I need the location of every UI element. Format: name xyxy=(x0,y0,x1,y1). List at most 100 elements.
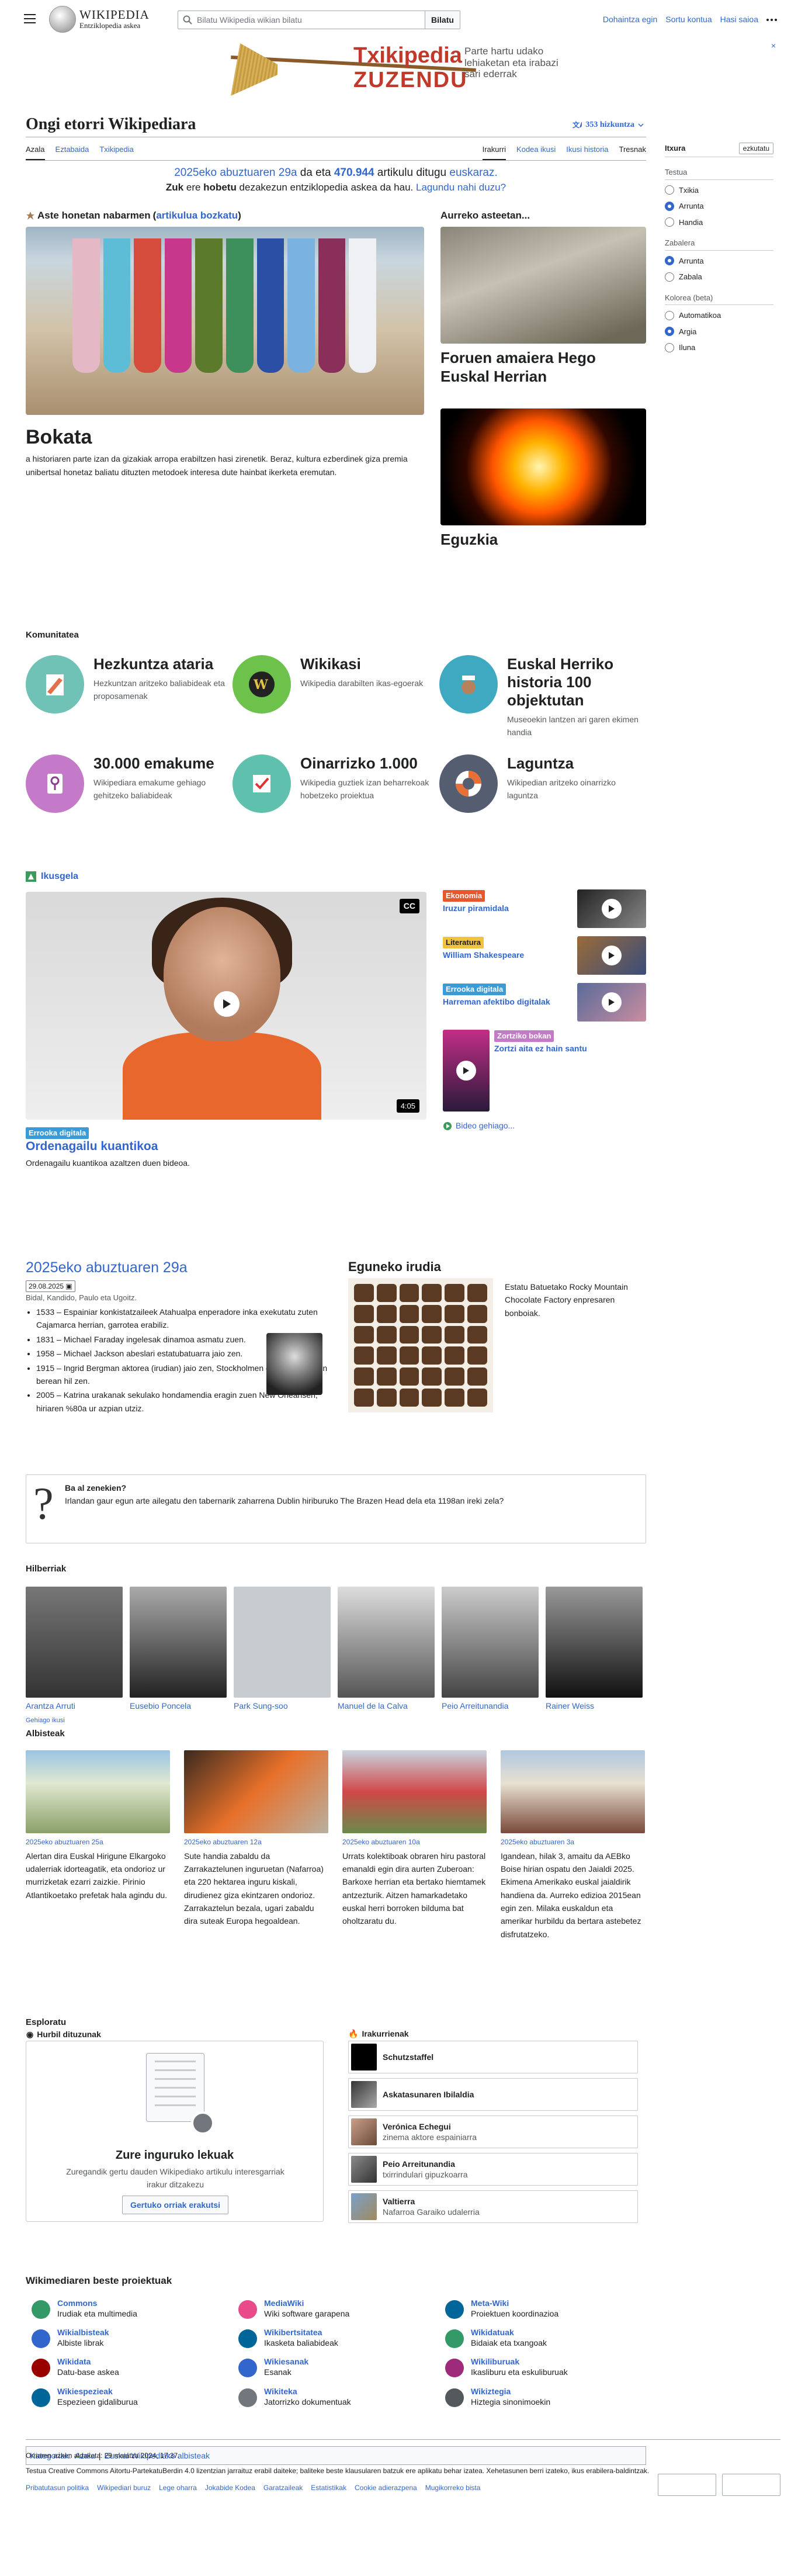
person-card[interactable]: Peio Arreitunandia xyxy=(442,1586,539,1712)
trending-item[interactable]: Askatasunaren Ibilaldia xyxy=(348,2078,638,2111)
help-link[interactable]: Lagundu nahi duzu? xyxy=(416,182,506,193)
person-card[interactable]: Arantza Arruti xyxy=(26,1586,123,1712)
person-card[interactable]: Eusebio Poncela xyxy=(130,1586,227,1712)
person-card[interactable]: Manuel de la Calva xyxy=(338,1586,435,1712)
sister-project[interactable]: Meta-Wiki Proiektuen koordinazioa xyxy=(439,2298,646,2319)
sun-image[interactable] xyxy=(440,408,646,525)
basque-link[interactable]: euskaraz. xyxy=(449,167,497,179)
otd-title[interactable]: 2025eko abuztuaren 29a xyxy=(26,1257,335,1279)
show-nearby-button[interactable]: Gertuko orriak erakutsi xyxy=(122,2196,228,2214)
sister-project[interactable]: MediaWiki Wiki software garapena xyxy=(233,2298,439,2319)
sister-project[interactable]: Wikiztegia Hiztegia sinonimoekin xyxy=(439,2386,646,2407)
vote-article-link[interactable]: artikulua bozkatu xyxy=(156,210,238,221)
sister-project[interactable]: Wikidata Datu-base askea xyxy=(26,2356,233,2378)
search-input[interactable]: Bilatu Wikipedia wikian bilatu xyxy=(178,11,425,29)
footer-link[interactable]: Wikipediari buruz xyxy=(97,2482,151,2493)
footer-link[interactable]: Pribatutasun politika xyxy=(26,2482,89,2493)
previous-item-2[interactable]: Eguzkia xyxy=(440,530,646,549)
community-item[interactable]: Euskal Herriko historia 100 objektutan Mu… xyxy=(439,655,646,739)
article-count-link[interactable]: 470.944 xyxy=(334,167,374,179)
more-videos-label: Bideo gehiago... xyxy=(456,1121,515,1130)
tab-txikipedia[interactable]: Txikipedia xyxy=(99,144,134,160)
login-link[interactable]: Hasi saioa xyxy=(720,13,758,26)
news-item[interactable]: 2025eko abuztuaren 25a Alertan dira Euska… xyxy=(26,1750,170,1941)
play-icon[interactable] xyxy=(214,991,240,1017)
video-list-item[interactable]: Literatura William Shakespeare xyxy=(443,936,646,975)
featured-title[interactable]: Bokata xyxy=(26,425,424,449)
tab-view-source[interactable]: Kodea ikusi xyxy=(516,144,556,160)
sister-project[interactable]: Wikiesanak Esanak xyxy=(233,2356,439,2378)
ikusgela-heading[interactable]: Ikusgela xyxy=(41,870,78,884)
community-item[interactable]: Laguntza Wikipedian aritzeko oinarrizko l… xyxy=(439,754,646,813)
sister-project[interactable]: Wikidatuak Bidaiak eta txangoak xyxy=(439,2327,646,2348)
sister-project[interactable]: Commons Irudiak eta multimedia xyxy=(26,2298,233,2319)
footer-link[interactable]: Lege oharra xyxy=(159,2482,197,2493)
tab-history[interactable]: Ikusi historia xyxy=(566,144,608,160)
create-account-link[interactable]: Sortu kontua xyxy=(665,13,712,26)
trending-item[interactable]: Verónica Echegui zinema aktore espainiarr… xyxy=(348,2115,638,2148)
news-item[interactable]: 2025eko abuztuaren 10a Urrats kolektiboak… xyxy=(342,1750,487,1941)
news-item[interactable]: 2025eko abuztuaren 12a Sute handia zabald… xyxy=(184,1750,328,1941)
sister-project[interactable]: Wikiespezieak Espezieen gidaliburua xyxy=(26,2386,233,2407)
person-card[interactable]: Rainer Weiss xyxy=(546,1586,643,1712)
main-video[interactable]: CC 4:05 xyxy=(26,892,426,1120)
community-item[interactable]: W Wikikasi Wikipedia darabilten ikas-egoe… xyxy=(233,655,439,739)
radio-selected-icon xyxy=(665,327,674,337)
tab-talk[interactable]: Eztabaida xyxy=(55,144,89,160)
tab-read[interactable]: Irakurri xyxy=(482,144,506,160)
video-list-item[interactable]: Ekonomia Iruzur piramidala xyxy=(443,889,646,928)
previous-item-1[interactable]: Foruen amaiera Hego Euskal Herrian xyxy=(440,348,646,386)
footer-link[interactable]: Cookie adierazpena xyxy=(355,2482,417,2493)
search-button[interactable]: Bilatu xyxy=(425,11,460,29)
color-light[interactable]: Argia xyxy=(665,326,773,338)
sister-project[interactable]: Wikialbisteak Albiste librak xyxy=(26,2327,233,2348)
tab-main-page[interactable]: Azala xyxy=(26,144,45,160)
video-list-item[interactable]: Zortziko bokan Zortzi aita ez hain santu xyxy=(443,1030,646,1112)
sister-project[interactable]: Wikiliburuak Ikasliburu eta eskuliburuak xyxy=(439,2356,646,2378)
trending-item[interactable]: Peio Arreitunandia txirrindulari gipuzkoa… xyxy=(348,2153,638,2186)
trending-item[interactable]: Valtierra Nafarroa Garaiko udalerria xyxy=(348,2190,638,2223)
potd-image[interactable] xyxy=(348,1278,493,1412)
wikimedia-badge[interactable] xyxy=(658,2474,716,2496)
text-size-small[interactable]: Txikia xyxy=(665,185,773,196)
community-item[interactable]: Hezkuntza ataria Hezkuntzan aritzeko bali… xyxy=(26,655,233,739)
more-deaths-link[interactable]: Gehiago ikusi xyxy=(26,1716,646,1726)
color-dark[interactable]: Iluna xyxy=(665,342,773,354)
language-selector[interactable]: 文A 353 hizkuntza xyxy=(573,120,644,130)
tools-menu[interactable]: Tresnak xyxy=(619,144,646,160)
featured-image[interactable] xyxy=(26,226,424,415)
more-videos-link[interactable]: Bideo gehiago... xyxy=(443,1120,646,1132)
banner-close-button[interactable]: × xyxy=(771,40,776,52)
captions-badge[interactable]: CC xyxy=(399,899,419,913)
donate-link[interactable]: Dohaintza egin xyxy=(603,13,657,26)
width-wide[interactable]: Zabala xyxy=(665,271,773,283)
welcome-date-link[interactable]: 2025eko abuztuaren 29a xyxy=(174,167,297,179)
banner-ad[interactable]: Txikipedia ZUZENDU Parte hartu udako leh… xyxy=(231,43,570,97)
sister-project[interactable]: Wikiteka Jatorrizko dokumentuak xyxy=(233,2386,439,2407)
footer-link[interactable]: Jokabide Kodea xyxy=(205,2482,255,2493)
text-size-normal[interactable]: Arrunta xyxy=(665,200,773,212)
mediawiki-badge[interactable] xyxy=(722,2474,780,2496)
community-item[interactable]: 30.000 emakume Wikipediara emakume gehiag… xyxy=(26,754,233,813)
news-item[interactable]: 2025eko abuztuaren 3a Igandean, hilak 3, … xyxy=(501,1750,645,1941)
width-standard[interactable]: Arrunta xyxy=(665,255,773,267)
community-item[interactable]: Oinarrizko 1.000 Wikipedia guztiek izan b… xyxy=(233,754,439,813)
color-auto[interactable]: Automatikoa xyxy=(665,310,773,321)
video-title[interactable]: Ordenagailu kuantikoa xyxy=(26,1139,646,1154)
ingrid-bergman-portrait[interactable] xyxy=(266,1333,322,1395)
text-size-large[interactable]: Handia xyxy=(665,217,773,228)
person-card[interactable]: Park Sung-soo xyxy=(234,1586,331,1712)
footer-link[interactable]: Mugikorreko bista xyxy=(425,2482,481,2493)
hide-appearance-button[interactable]: ezkutatu xyxy=(738,143,773,154)
footer-link[interactable]: Garatzaileak xyxy=(263,2482,303,2493)
fueros-image[interactable] xyxy=(440,226,646,344)
site-logo[interactable]: WIKIPEDIA Entziklopedia askea xyxy=(49,6,150,33)
date-picker[interactable]: 29.08.2025 ▣ xyxy=(26,1280,75,1292)
footer-link[interactable]: Estatistikak xyxy=(311,2482,346,2493)
person-photo xyxy=(546,1586,643,1698)
more-options-icon[interactable] xyxy=(766,18,777,21)
trending-item[interactable]: Schutzstaffel xyxy=(348,2041,638,2073)
main-menu-icon[interactable] xyxy=(23,12,37,26)
sister-project[interactable]: Wikibertsitatea Ikasketa baliabideak xyxy=(233,2327,439,2348)
video-list-item[interactable]: Errooka digitala Harreman afektibo digita… xyxy=(443,983,646,1022)
